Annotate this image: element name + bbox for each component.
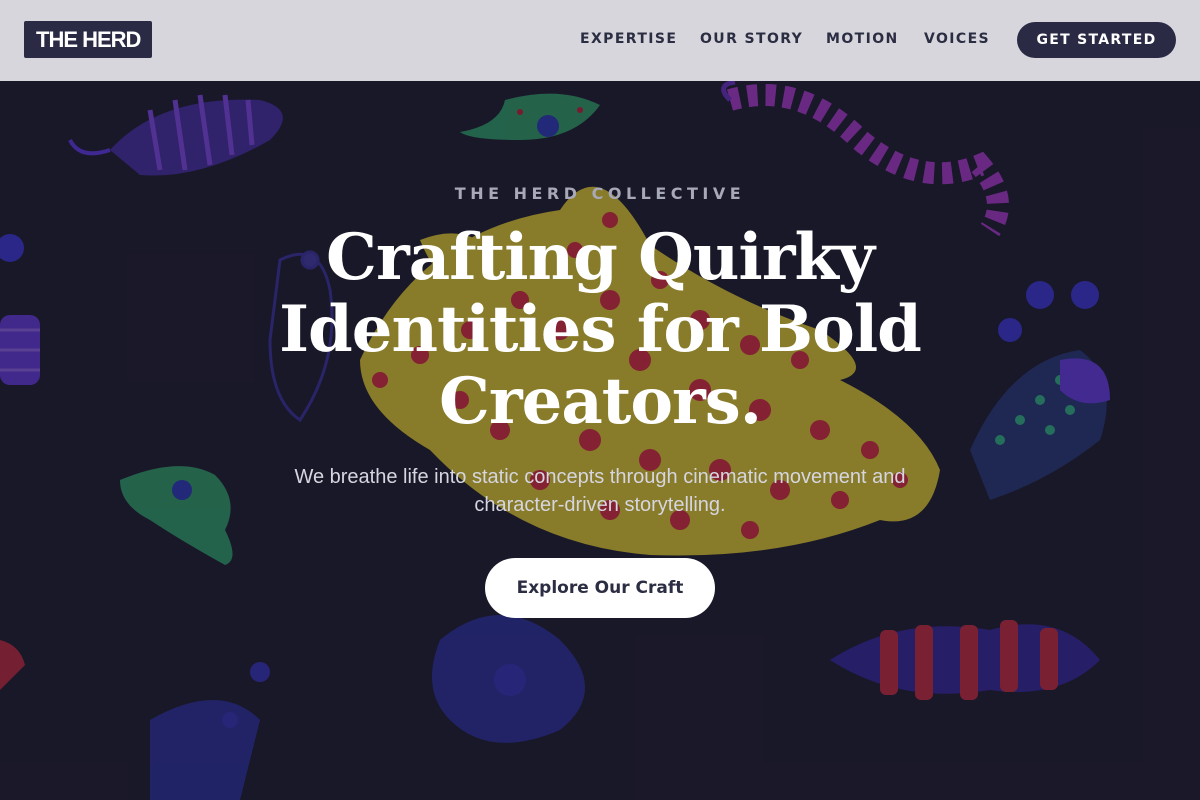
nav-link-motion[interactable]: MOTION — [826, 31, 899, 47]
get-started-button[interactable]: GET STARTED — [1017, 22, 1176, 58]
nav-link-expertise[interactable]: EXPERTISE — [580, 31, 677, 47]
hero-eyebrow: THE HERD COLLECTIVE — [454, 184, 746, 203]
nav-link-our-story[interactable]: OUR STORY — [700, 31, 803, 47]
explore-craft-button[interactable]: Explore Our Craft — [485, 558, 715, 618]
hero-subcopy: We breathe life into static concepts thr… — [294, 466, 906, 516]
brand-logo[interactable]: THE HERD — [24, 21, 153, 58]
nav-link-voices[interactable]: VOICES — [924, 31, 990, 47]
hero-headline: Crafting Quirky Identities for Bold Crea… — [279, 220, 922, 439]
top-navbar: THE HERD EXPERTISE OUR STORY MOTION VOIC… — [0, 0, 1200, 81]
